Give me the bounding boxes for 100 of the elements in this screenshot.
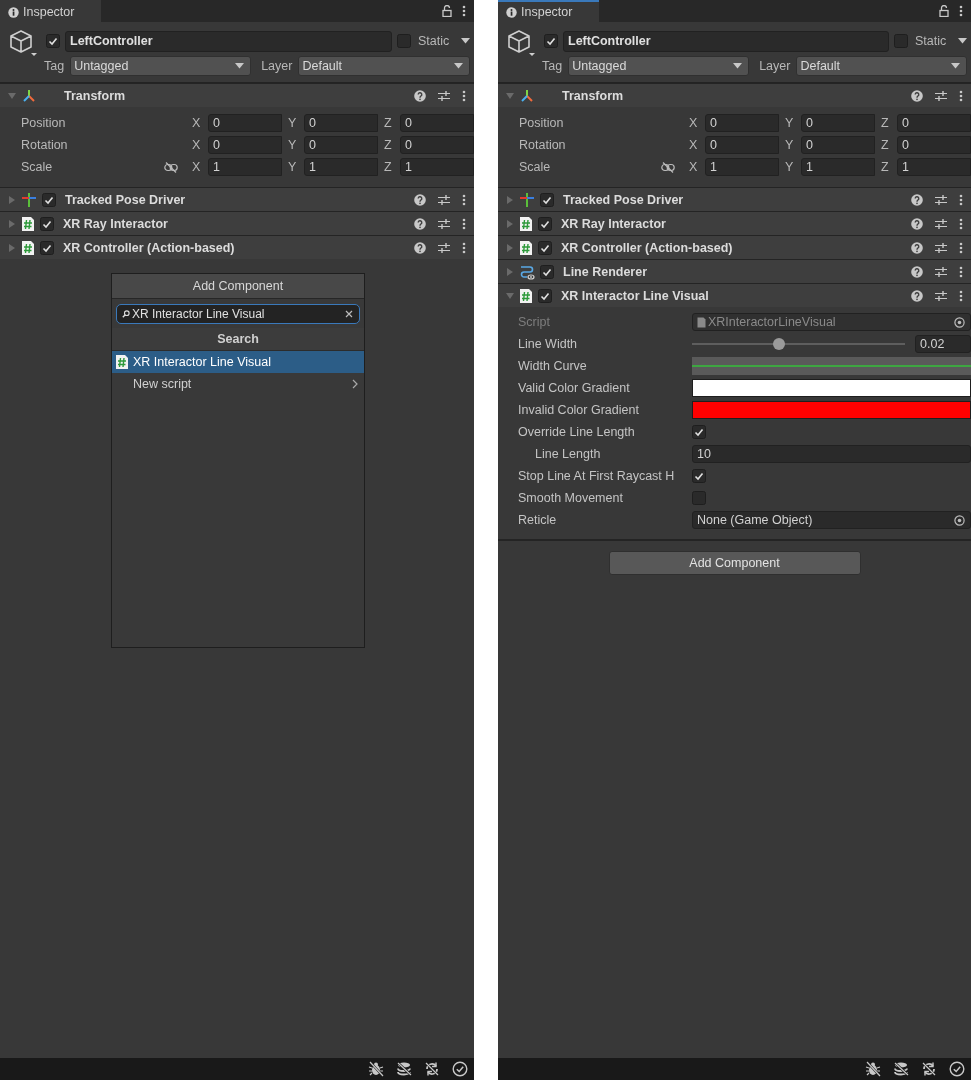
- more-icon[interactable]: [462, 217, 466, 230]
- menu-item[interactable]: New script: [112, 373, 364, 395]
- check-circle-icon[interactable]: [949, 1061, 965, 1077]
- help-icon[interactable]: [911, 193, 923, 206]
- object-picker-icon[interactable]: [954, 514, 965, 526]
- number-field[interactable]: 1: [304, 158, 378, 176]
- number-field[interactable]: 0: [801, 136, 875, 154]
- sliders-icon[interactable]: [935, 241, 947, 254]
- checkbox[interactable]: [540, 264, 554, 279]
- checkbox[interactable]: [46, 34, 60, 48]
- number-field[interactable]: 0: [801, 114, 875, 132]
- sliders-icon[interactable]: [935, 289, 947, 302]
- checkbox[interactable]: [894, 34, 908, 48]
- refresh-crossed-icon[interactable]: [424, 1061, 440, 1077]
- lock-icon[interactable]: [442, 5, 452, 17]
- stack-crossed-icon[interactable]: [396, 1061, 412, 1077]
- sliders-icon[interactable]: [438, 241, 450, 254]
- tag-dropdown[interactable]: Untagged: [70, 56, 252, 76]
- help-icon[interactable]: [911, 217, 923, 230]
- tag-dropdown[interactable]: Untagged: [568, 56, 750, 76]
- checkbox[interactable]: [692, 469, 706, 483]
- component-header[interactable]: Tracked Pose Driver: [498, 188, 971, 211]
- checkbox[interactable]: [538, 288, 552, 303]
- checkbox[interactable]: [538, 216, 552, 231]
- component-header[interactable]: XR Ray Interactor: [498, 212, 971, 235]
- name-field[interactable]: LeftController: [65, 30, 392, 52]
- number-field[interactable]: 0: [400, 114, 474, 132]
- name-field[interactable]: LeftController: [563, 30, 889, 52]
- gradient-field[interactable]: [692, 401, 971, 419]
- unlinked-icon[interactable]: [164, 161, 179, 173]
- lock-icon[interactable]: [939, 5, 949, 17]
- sliders-icon[interactable]: [935, 217, 947, 230]
- more-icon[interactable]: [959, 89, 963, 102]
- help-icon[interactable]: [911, 265, 923, 278]
- more-icon[interactable]: [959, 289, 963, 302]
- more-icon[interactable]: [462, 193, 466, 206]
- sliders-icon[interactable]: [935, 265, 947, 278]
- checkbox[interactable]: [544, 34, 558, 48]
- number-field[interactable]: 1: [897, 158, 971, 176]
- cube-icon[interactable]: [506, 28, 536, 58]
- unlinked-icon[interactable]: [661, 161, 676, 173]
- object-field[interactable]: None (Game Object): [692, 511, 971, 529]
- number-field[interactable]: 1: [705, 158, 779, 176]
- number-field[interactable]: 0: [897, 114, 971, 132]
- more-icon[interactable]: [959, 193, 963, 206]
- number-field[interactable]: 0: [705, 136, 779, 154]
- component-header[interactable]: XR Interactor Line Visual: [498, 284, 971, 307]
- number-field[interactable]: 0.02: [915, 335, 971, 353]
- component-header[interactable]: Tracked Pose Driver: [0, 188, 474, 211]
- more-icon[interactable]: [959, 217, 963, 230]
- sliders-icon[interactable]: [438, 193, 450, 206]
- check-circle-icon[interactable]: [452, 1061, 468, 1077]
- clear-icon[interactable]: [345, 310, 353, 318]
- search-field[interactable]: XR Interactor Line Visual: [116, 304, 360, 324]
- checkbox[interactable]: [692, 425, 706, 439]
- number-field[interactable]: 0: [304, 114, 378, 132]
- checkbox[interactable]: [397, 34, 411, 48]
- help-icon[interactable]: [911, 89, 923, 102]
- dropdown-arrow-icon[interactable]: [958, 38, 967, 44]
- menu-item[interactable]: XR Interactor Line Visual: [112, 351, 364, 373]
- layer-dropdown[interactable]: Default: [796, 56, 967, 76]
- number-field[interactable]: 1: [208, 158, 282, 176]
- inspector-tab[interactable]: Inspector: [498, 0, 599, 22]
- more-icon[interactable]: [959, 241, 963, 254]
- checkbox[interactable]: [538, 240, 552, 255]
- checkbox[interactable]: [692, 491, 706, 505]
- number-field[interactable]: 1: [400, 158, 474, 176]
- more-icon[interactable]: [462, 241, 466, 254]
- help-icon[interactable]: [414, 217, 426, 230]
- number-field[interactable]: 0: [208, 114, 282, 132]
- checkbox[interactable]: [540, 192, 554, 207]
- more-icon[interactable]: [959, 265, 963, 278]
- curve-field[interactable]: [692, 357, 971, 375]
- dropdown-arrow-icon[interactable]: [461, 38, 470, 44]
- number-field[interactable]: 0: [400, 136, 474, 154]
- sliders-icon[interactable]: [935, 193, 947, 206]
- more-icon[interactable]: [959, 5, 963, 17]
- checkbox[interactable]: [40, 240, 54, 255]
- help-icon[interactable]: [414, 193, 426, 206]
- help-icon[interactable]: [414, 241, 426, 254]
- help-icon[interactable]: [911, 289, 923, 302]
- component-header[interactable]: Transform: [0, 84, 474, 107]
- number-field[interactable]: 0: [705, 114, 779, 132]
- refresh-crossed-icon[interactable]: [921, 1061, 937, 1077]
- sliders-icon[interactable]: [438, 217, 450, 230]
- help-icon[interactable]: [911, 241, 923, 254]
- checkbox[interactable]: [42, 192, 56, 207]
- number-field[interactable]: 1: [801, 158, 875, 176]
- inspector-tab[interactable]: Inspector: [0, 0, 101, 22]
- checkbox[interactable]: [40, 216, 54, 231]
- number-field[interactable]: 10: [692, 445, 971, 463]
- bug-crossed-icon[interactable]: [865, 1061, 881, 1077]
- slider-thumb[interactable]: [773, 338, 786, 350]
- component-header[interactable]: Line Renderer: [498, 260, 971, 283]
- component-header[interactable]: Transform: [498, 84, 971, 107]
- layer-dropdown[interactable]: Default: [298, 56, 470, 76]
- more-icon[interactable]: [462, 5, 466, 17]
- gradient-field[interactable]: [692, 379, 971, 397]
- bug-crossed-icon[interactable]: [368, 1061, 384, 1077]
- component-header[interactable]: XR Controller (Action-based): [0, 236, 474, 259]
